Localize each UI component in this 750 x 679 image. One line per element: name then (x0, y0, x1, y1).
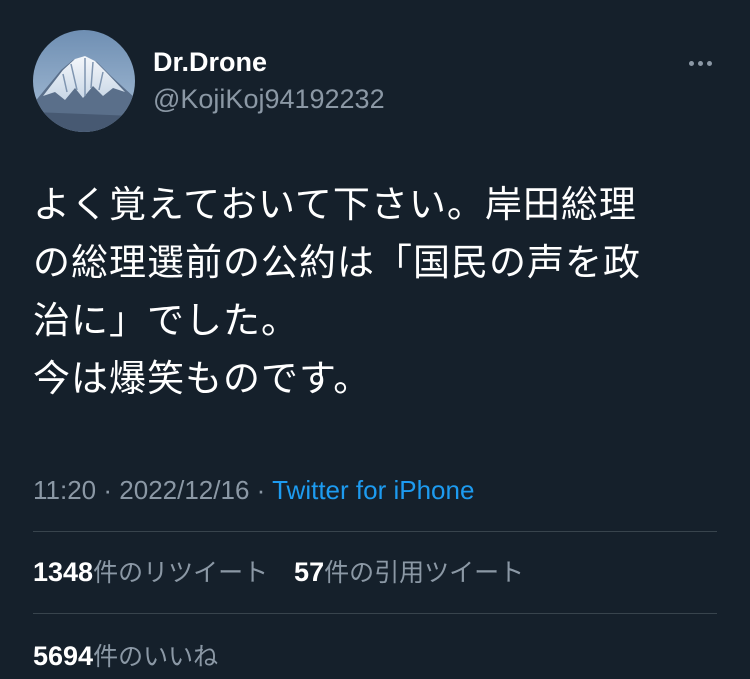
like-label: 件のいいね (93, 642, 219, 671)
retweet-label: 件のリツイート (93, 558, 269, 587)
divider (33, 613, 717, 614)
tweet-date[interactable]: 2022/12/16 (119, 475, 249, 505)
avatar[interactable] (33, 30, 135, 132)
tweet-line: 治に」でした。 (33, 299, 299, 342)
more-options-button[interactable] (680, 52, 720, 74)
quote-label: 件の引用ツイート (324, 558, 525, 587)
more-options-icon-dot (706, 60, 712, 66)
author-info[interactable]: Dr.Drone @KojiKoj94192232 (153, 44, 385, 118)
tweet-line: の総理選前の公約は「国民の声を政 (33, 241, 641, 284)
likes-stat[interactable]: 5694件のいいね (33, 638, 218, 675)
retweet-count: 1348 (33, 557, 94, 587)
mount-fuji-avatar-icon (33, 30, 135, 132)
retweets-stat[interactable]: 1348件のリツイート (33, 554, 268, 591)
meta-separator: · (103, 475, 113, 505)
display-name[interactable]: Dr.Drone (153, 44, 385, 80)
tweet-text: よく覚えておいて下さい。岸田総理 の総理選前の公約は「国民の声を政 治に」でした… (33, 176, 713, 408)
divider (33, 531, 717, 532)
meta-separator: · (256, 475, 266, 505)
engagement-stats: 1348件のリツイート 57件の引用ツイート (33, 554, 542, 591)
tweet-time[interactable]: 11:20 (33, 475, 96, 505)
user-handle[interactable]: @KojiKoj94192232 (153, 80, 385, 118)
more-options-icon-dot (697, 60, 703, 66)
more-options-icon (688, 60, 694, 66)
likes-row: 5694件のいいね (33, 638, 236, 675)
tweet-line: よく覚えておいて下さい。岸田総理 (33, 183, 637, 226)
tweet-source-link[interactable]: Twitter for iPhone (272, 475, 474, 505)
quote-count: 57 (294, 557, 325, 587)
tweet-metadata: 11:20 · 2022/12/16 · Twitter for iPhone (33, 472, 474, 508)
tweet-line: 今は爆笑ものです。 (33, 357, 372, 400)
like-count: 5694 (33, 641, 94, 671)
quote-tweets-stat[interactable]: 57件の引用ツイート (294, 554, 524, 591)
